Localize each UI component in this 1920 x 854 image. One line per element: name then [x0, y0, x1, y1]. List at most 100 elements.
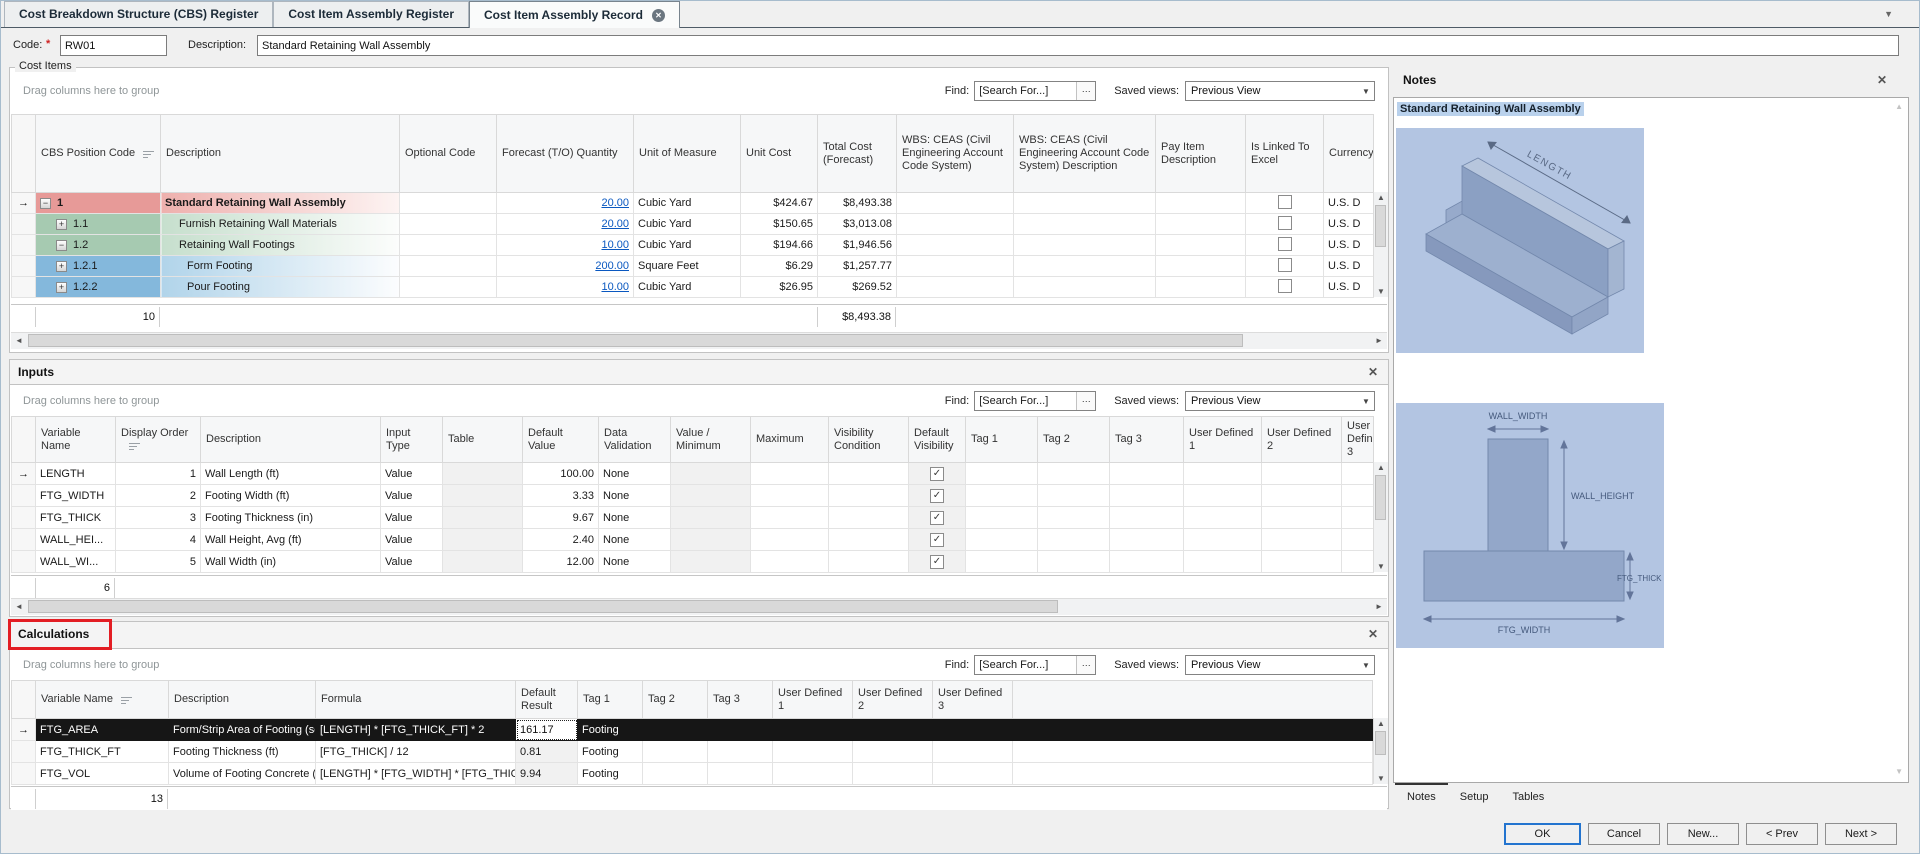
cell-empty[interactable]	[1014, 277, 1156, 298]
cell-empty[interactable]	[671, 551, 751, 573]
column-header-formula[interactable]: Formula	[316, 681, 516, 719]
column-header-visibility-condition[interactable]: Visibility Condition	[829, 417, 909, 463]
scroll-up-icon[interactable]: ▲	[1374, 719, 1388, 728]
qty-link[interactable]: 10.00	[601, 239, 629, 251]
cell-empty[interactable]	[1342, 485, 1374, 507]
find-options-icon[interactable]: ⋯	[1076, 82, 1095, 100]
calculations-close-icon[interactable]: ✕	[1368, 627, 1378, 641]
find-options-icon[interactable]: ⋯	[1076, 392, 1095, 410]
saved-views-select[interactable]: Previous View ▼	[1185, 655, 1375, 675]
checkbox-checked[interactable]: ✓	[930, 489, 944, 503]
qty-link[interactable]: 10.00	[601, 281, 629, 293]
scrollbar-thumb[interactable]	[1375, 731, 1386, 755]
collapse-icon[interactable]: −	[56, 240, 67, 251]
cell-empty[interactable]	[966, 551, 1038, 573]
tab-assembly-record[interactable]: Cost Item Assembly Record ✕	[469, 1, 680, 28]
cell-empty[interactable]	[829, 529, 909, 551]
calculations-vertical-scrollbar[interactable]: ▲ ▼	[1373, 718, 1388, 784]
checkbox-unchecked[interactable]	[1278, 195, 1292, 209]
cell-empty[interactable]	[1156, 277, 1246, 298]
tab-setup[interactable]: Setup	[1448, 783, 1501, 807]
cbs-code-cell[interactable]: +1.1	[36, 214, 161, 235]
variable-cell[interactable]: FTG_VOL	[36, 763, 169, 785]
cell-empty[interactable]	[1342, 507, 1374, 529]
column-header-tag2[interactable]: Tag 2	[1038, 417, 1110, 463]
scroll-right-icon[interactable]: ►	[1371, 333, 1387, 348]
cell-empty[interactable]	[1156, 256, 1246, 277]
checkbox-unchecked[interactable]	[1278, 216, 1292, 230]
qty-link[interactable]: 200.00	[595, 260, 629, 272]
currency-cell[interactable]: U.S. D	[1324, 193, 1374, 214]
tab-list-dropdown-icon[interactable]: ▼	[1884, 9, 1893, 19]
order-cell[interactable]: 2	[116, 485, 201, 507]
total-cost-cell[interactable]: $269.52	[818, 277, 897, 298]
default-value-cell[interactable]: 100.00	[523, 463, 599, 485]
tag1-cell[interactable]: Footing	[578, 763, 643, 785]
table-cell[interactable]	[443, 529, 523, 551]
calculation-row-ftg-area[interactable]: → FTG_AREA Form/Strip Area of Footing (s…	[12, 719, 1373, 741]
column-header-data-validation[interactable]: Data Validation	[599, 417, 671, 463]
cell-empty[interactable]	[671, 463, 751, 485]
cell-empty[interactable]	[1038, 529, 1110, 551]
variable-cell[interactable]: LENGTH	[36, 463, 116, 485]
cell-empty[interactable]	[1014, 256, 1156, 277]
excel-link-cell[interactable]	[1246, 256, 1324, 277]
cell-empty[interactable]	[671, 485, 751, 507]
excel-link-cell[interactable]	[1246, 277, 1324, 298]
cell-empty[interactable]	[1014, 214, 1156, 235]
cell-empty[interactable]	[751, 507, 829, 529]
total-cost-cell[interactable]: $8,493.38	[818, 193, 897, 214]
cell-empty[interactable]	[1184, 551, 1262, 573]
column-header-value-minimum[interactable]: Value / Minimum	[671, 417, 751, 463]
uom-cell[interactable]: Cubic Yard	[634, 277, 741, 298]
cell-empty[interactable]	[708, 719, 773, 741]
column-header-uom[interactable]: Unit of Measure	[634, 115, 741, 193]
cell-empty[interactable]	[1342, 551, 1374, 573]
cell-empty[interactable]	[897, 214, 1014, 235]
variable-cell[interactable]: FTG_AREA	[36, 719, 169, 741]
input-row-wall-height[interactable]: WALL_HEI... 4 Wall Height, Avg (ft) Valu…	[12, 529, 1374, 551]
column-header-optional-code[interactable]: Optional Code	[400, 115, 497, 193]
find-input[interactable]: [Search For...] ⋯	[974, 391, 1096, 411]
excel-link-cell[interactable]	[1246, 214, 1324, 235]
excel-link-cell[interactable]	[1246, 193, 1324, 214]
column-header-description[interactable]: Description	[161, 115, 400, 193]
cell-empty[interactable]	[933, 763, 1013, 785]
cell-empty[interactable]	[1184, 529, 1262, 551]
cell-empty[interactable]	[1038, 485, 1110, 507]
total-cost-cell[interactable]: $1,946.56	[818, 235, 897, 256]
qty-link[interactable]: 20.00	[601, 197, 629, 209]
unit-cost-cell[interactable]: $26.95	[741, 277, 818, 298]
column-header-tag1[interactable]: Tag 1	[578, 681, 643, 719]
cell-empty[interactable]	[1184, 485, 1262, 507]
cost-item-row-1-1[interactable]: +1.1 Furnish Retaining Wall Materials 20…	[12, 214, 1374, 235]
cell-empty[interactable]	[1342, 529, 1374, 551]
cell-empty[interactable]	[853, 741, 933, 763]
collapse-icon[interactable]: −	[40, 198, 51, 209]
cell-empty[interactable]	[400, 277, 497, 298]
cell-empty[interactable]	[1110, 463, 1184, 485]
scroll-left-icon[interactable]: ◄	[11, 333, 27, 348]
scroll-up-icon[interactable]: ▲	[1895, 102, 1903, 111]
cell-empty[interactable]	[1262, 551, 1342, 573]
tab-notes[interactable]: Notes	[1395, 783, 1448, 807]
new-button[interactable]: New...	[1667, 823, 1739, 845]
cell-empty[interactable]	[1156, 235, 1246, 256]
data-validation-cell[interactable]: None	[599, 485, 671, 507]
qty-cell[interactable]: 200.00	[497, 256, 634, 277]
default-result-cell[interactable]: 0.81	[516, 741, 578, 763]
input-row-ftg-width[interactable]: FTG_WIDTH 2 Footing Width (ft) Value 3.3…	[12, 485, 1374, 507]
find-input[interactable]: [Search For...] ⋯	[974, 81, 1096, 101]
cost-items-horizontal-scrollbar[interactable]: ◄ ►	[11, 332, 1387, 349]
checkbox-checked[interactable]: ✓	[930, 533, 944, 547]
variable-cell[interactable]: FTG_THICK	[36, 507, 116, 529]
cell-empty[interactable]	[751, 485, 829, 507]
cell-empty[interactable]	[1038, 507, 1110, 529]
currency-cell[interactable]: U.S. D	[1324, 235, 1374, 256]
cell-empty[interactable]	[400, 256, 497, 277]
description-cell[interactable]: Footing Thickness (in)	[201, 507, 381, 529]
default-value-cell[interactable]: 2.40	[523, 529, 599, 551]
cost-items-vertical-scrollbar[interactable]: ▲ ▼	[1373, 192, 1388, 297]
column-header-table[interactable]: Table	[443, 417, 523, 463]
input-row-length[interactable]: → LENGTH 1 Wall Length (ft) Value 100.00…	[12, 463, 1374, 485]
